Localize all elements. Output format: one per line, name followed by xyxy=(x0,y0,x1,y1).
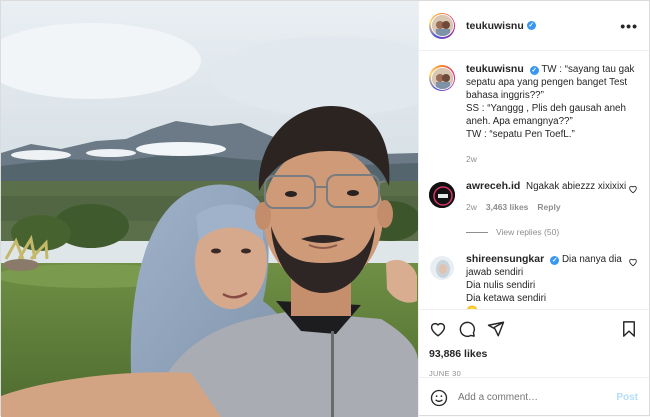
comment: awreceh.id Ngakak abiezzz xixixixi 2w 3,… xyxy=(429,180,638,239)
instagram-post: teukuwisnu ✓ ••• teukuwisnu ✓ TW : “sayan… xyxy=(0,0,650,417)
comment: shireensungkar ✓ Dia nanya dia jawab send… xyxy=(429,253,638,309)
verified-badge-icon: ✓ xyxy=(550,256,560,265)
caption-line: TW : “sayang tau gak xyxy=(541,64,635,75)
selfie-image xyxy=(1,1,418,417)
like-heart-icon[interactable] xyxy=(429,320,447,338)
comment-like-heart-icon[interactable] xyxy=(628,184,638,194)
caption-line: bahasa inggris??” xyxy=(466,90,544,101)
comment-body: awreceh.id Ngakak abiezzz xixixixi 2w 3,… xyxy=(466,180,636,239)
verified-badge-icon: ✓ xyxy=(526,21,536,30)
commenter-avatar[interactable] xyxy=(429,255,455,281)
action-icons xyxy=(429,318,638,340)
post-photo[interactable] xyxy=(1,1,418,417)
more-options-icon[interactable]: ••• xyxy=(620,19,638,33)
add-comment-bar: Post xyxy=(419,377,649,417)
comment-age[interactable]: 2w xyxy=(466,201,477,214)
caption-line: TW : “sepatu Pen ToefL.” xyxy=(466,129,575,140)
caption-avatar[interactable] xyxy=(429,65,455,91)
author-avatar[interactable] xyxy=(429,12,455,39)
comment-bubble-icon[interactable] xyxy=(458,320,476,338)
comment-body: shireensungkar ✓ Dia nanya dia jawab send… xyxy=(466,253,636,309)
comments-list: teukuwisnu ✓ TW : “sayang tau gak sepatu … xyxy=(419,51,649,309)
emoji-smiley-icon[interactable] xyxy=(430,389,448,407)
post-header: teukuwisnu ✓ ••• xyxy=(419,1,649,51)
comment-username[interactable]: shireensungkar xyxy=(466,253,544,265)
comment-line: jawab sendiri xyxy=(466,267,524,278)
caption-line: sepatu apa yang pengen banget Test xyxy=(466,77,628,88)
post-comment-button[interactable]: Post xyxy=(616,392,638,403)
reply-button[interactable]: Reply xyxy=(537,201,560,214)
comment-text: Ngakak abiezzz xixixixi xyxy=(526,181,627,192)
bookmark-icon[interactable] xyxy=(620,320,638,338)
caption-line: aneh. Apa emangnya??” xyxy=(466,116,573,127)
likes-count[interactable]: 93,886 likes xyxy=(429,348,638,360)
comment-line: Dia nulis sendiri xyxy=(466,280,536,291)
caption-username[interactable]: teukuwisnu xyxy=(466,63,524,75)
comment-like-heart-icon[interactable] xyxy=(628,257,638,267)
verified-badge-icon: ✓ xyxy=(529,66,539,75)
comment-username[interactable]: awreceh.id xyxy=(466,180,520,192)
caption: teukuwisnu ✓ TW : “sayang tau gak sepatu … xyxy=(429,63,638,166)
author-username[interactable]: teukuwisnu xyxy=(466,20,524,32)
view-replies-label: View replies (50) xyxy=(496,227,560,237)
share-send-icon[interactable] xyxy=(487,320,505,338)
caption-age[interactable]: 2w xyxy=(466,153,477,166)
grin-emoji: 😁 xyxy=(466,306,478,309)
comment-likes[interactable]: 3,463 likes xyxy=(486,201,529,214)
divider-line xyxy=(466,232,488,233)
comment-input[interactable] xyxy=(458,392,598,403)
view-replies-button[interactable]: View replies (50) xyxy=(466,226,636,239)
post-side-panel: teukuwisnu ✓ ••• teukuwisnu ✓ TW : “sayan… xyxy=(418,1,649,417)
comment-line: Dia ketawa sendiri xyxy=(466,293,547,304)
caption-line: SS : “Yanggg , Plis deh gausah aneh xyxy=(466,103,626,114)
caption-text: teukuwisnu ✓ TW : “sayang tau gak sepatu … xyxy=(466,63,636,166)
commenter-avatar[interactable] xyxy=(429,182,455,208)
comment-line: Dia nanya dia xyxy=(561,254,622,265)
